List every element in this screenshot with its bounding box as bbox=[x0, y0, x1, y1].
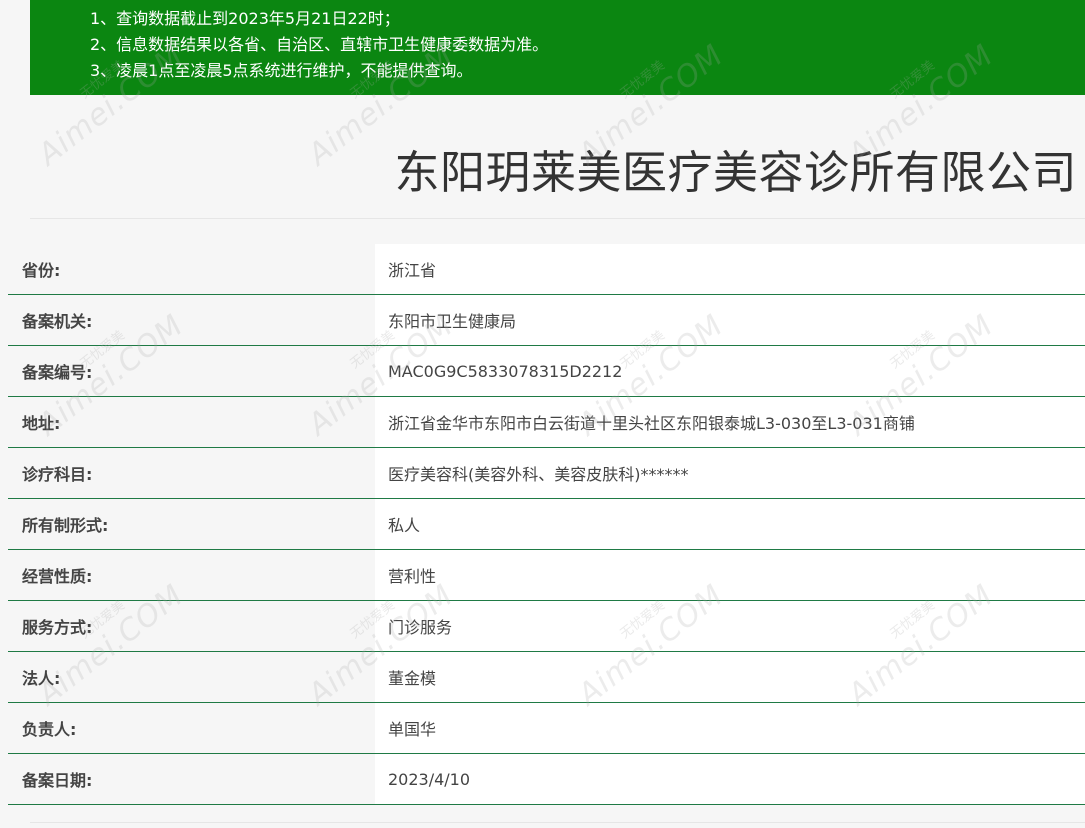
notice-banner: 1、查询数据截止到2023年5月21日22时； 2、信息数据结果以各省、自治区、… bbox=[30, 0, 1085, 95]
info-row-registration-date: 备案日期: 2023/4/10 bbox=[8, 754, 1085, 805]
info-row-address: 地址: 浙江省金华市东阳市白云街道十里头社区东阳银泰城L3-030至L3-031… bbox=[8, 397, 1085, 448]
province-label: 省份: bbox=[22, 261, 61, 280]
info-row-legal-person: 法人: 董金模 bbox=[8, 652, 1085, 703]
departments-label: 诊疗科目: bbox=[22, 465, 93, 484]
clinic-info-table: 省份: 浙江省 备案机关: 东阳市卫生健康局 备案编号: MAC0G9C5833… bbox=[8, 244, 1085, 805]
notice-line-1: 1、查询数据截止到2023年5月21日22时； bbox=[90, 9, 400, 28]
info-row-registration-number: 备案编号: MAC0G9C5833078315D2212 bbox=[8, 346, 1085, 397]
bottom-divider bbox=[30, 822, 1085, 823]
province-value: 浙江省 bbox=[375, 244, 1085, 294]
address-label: 地址: bbox=[22, 414, 61, 433]
person-in-charge-label: 负责人: bbox=[22, 720, 77, 739]
notice-line-2: 2、信息数据结果以各省、自治区、直辖市卫生健康委数据为准。 bbox=[90, 35, 549, 54]
registration-date-label: 备案日期: bbox=[22, 771, 93, 790]
info-row-ownership: 所有制形式: 私人 bbox=[8, 499, 1085, 550]
person-in-charge-value: 单国华 bbox=[375, 703, 1085, 753]
info-row-business-nature: 经营性质: 营利性 bbox=[8, 550, 1085, 601]
address-value: 浙江省金华市东阳市白云街道十里头社区东阳银泰城L3-030至L3-031商铺 bbox=[375, 397, 1085, 447]
info-row-province: 省份: 浙江省 bbox=[8, 244, 1085, 295]
info-row-registration-authority: 备案机关: 东阳市卫生健康局 bbox=[8, 295, 1085, 346]
notice-line-3: 3、凌晨1点至凌晨5点系统进行维护，不能提供查询。 bbox=[90, 61, 473, 80]
ownership-label: 所有制形式: bbox=[22, 516, 109, 535]
departments-value: 医疗美容科(美容外科、美容皮肤科)****** bbox=[375, 448, 1085, 498]
registration-number-label: 备案编号: bbox=[22, 363, 93, 382]
title-divider bbox=[30, 218, 1085, 219]
service-mode-label: 服务方式: bbox=[22, 618, 93, 637]
clinic-title: 东阳玥莱美医疗美容诊所有限公司 bbox=[394, 146, 1077, 199]
business-nature-label: 经营性质: bbox=[22, 567, 93, 586]
registration-authority-label: 备案机关: bbox=[22, 312, 93, 331]
registration-authority-value: 东阳市卫生健康局 bbox=[375, 295, 1085, 345]
legal-person-label: 法人: bbox=[22, 669, 61, 688]
legal-person-value: 董金模 bbox=[375, 652, 1085, 702]
service-mode-value: 门诊服务 bbox=[375, 601, 1085, 651]
info-row-departments: 诊疗科目: 医疗美容科(美容外科、美容皮肤科)****** bbox=[8, 448, 1085, 499]
business-nature-value: 营利性 bbox=[375, 550, 1085, 600]
info-row-service-mode: 服务方式: 门诊服务 bbox=[8, 601, 1085, 652]
info-row-person-in-charge: 负责人: 单国华 bbox=[8, 703, 1085, 754]
registration-date-value: 2023/4/10 bbox=[375, 754, 1085, 804]
registration-number-value: MAC0G9C5833078315D2212 bbox=[375, 346, 1085, 396]
ownership-value: 私人 bbox=[375, 499, 1085, 549]
